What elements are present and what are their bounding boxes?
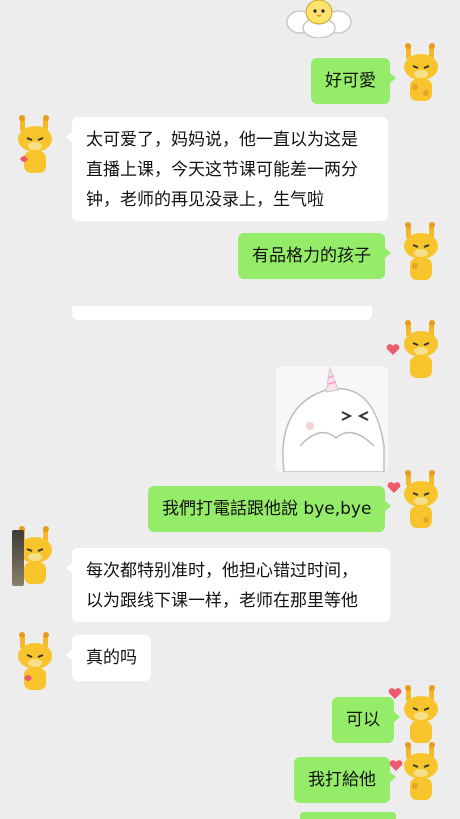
heart-icon xyxy=(388,688,402,699)
message-bubble-sent[interactable]: 我們打電話跟他說 bye,bye xyxy=(148,486,392,532)
message-bubble-received[interactable]: 太可爱了，妈妈说，他一直以为这是 直播上课，今天这节课可能差一两分 钟，老师的再… xyxy=(66,117,388,221)
giraffe-avatar-icon xyxy=(404,685,438,743)
contact-avatar[interactable] xyxy=(12,115,58,173)
heart-icon xyxy=(387,482,401,493)
message-bubble-sent[interactable]: 可以 xyxy=(332,697,400,743)
message-bubble-sent[interactable]: 有品格力的孩子 xyxy=(238,233,391,279)
my-avatar[interactable] xyxy=(398,320,444,378)
my-avatar[interactable] xyxy=(398,470,444,528)
heart-icon xyxy=(386,344,400,355)
giraffe-avatar-icon xyxy=(18,115,52,173)
giraffe-avatar-icon xyxy=(404,43,438,101)
giraffe-avatar-icon xyxy=(404,320,438,378)
my-avatar[interactable] xyxy=(398,43,444,101)
message-bubble-sent[interactable]: 好可愛 xyxy=(311,58,396,104)
my-avatar[interactable] xyxy=(398,742,444,800)
message-card-edge xyxy=(72,306,372,320)
ghost-unicorn-icon xyxy=(282,366,385,473)
chick-flower-sticker[interactable] xyxy=(286,0,352,38)
heart-icon xyxy=(389,760,403,771)
giraffe-avatar-icon xyxy=(404,742,438,800)
message-bubble-received[interactable]: 真的吗 xyxy=(66,635,151,681)
ghost-unicorn-sticker[interactable] xyxy=(276,366,388,473)
message-bubble-received[interactable]: 每次都特别准时，他担心错过时间， 以为跟线下课一样，老师在那里等他 xyxy=(66,548,390,622)
my-avatar[interactable] xyxy=(398,685,444,743)
giraffe-avatar-icon xyxy=(18,632,52,690)
giraffe-avatar-icon xyxy=(404,470,438,528)
avatar-photo-edge xyxy=(12,530,24,586)
my-avatar[interactable] xyxy=(398,222,444,280)
message-bubble-sent[interactable]: 我打給他 xyxy=(294,757,396,803)
message-bubble-sent-partial[interactable] xyxy=(300,812,396,819)
contact-avatar[interactable] xyxy=(12,632,58,690)
giraffe-avatar-icon xyxy=(404,222,438,280)
